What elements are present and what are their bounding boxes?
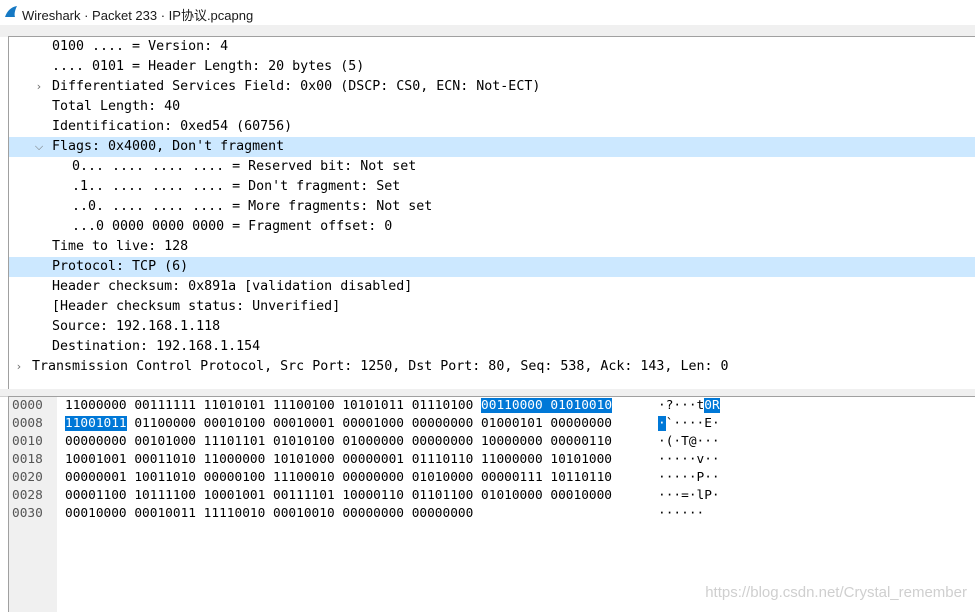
byte-ascii[interactable]: ·(·T@···	[658, 433, 720, 451]
byte-bits[interactable]: 00000000 00101000 11101101 01010100 0100…	[65, 433, 612, 451]
tree-row-label: Destination: 192.168.1.154	[52, 339, 261, 354]
tree-row-fragment-offset[interactable]: ...0 0000 0000 0000 = Fragment offset: 0	[9, 217, 975, 237]
tree-row-dsfield[interactable]: › Differentiated Services Field: 0x00 (D…	[9, 77, 975, 97]
chevron-right-icon[interactable]: ›	[13, 357, 25, 377]
tree-row-label: Identification: 0xed54 (60756)	[52, 119, 293, 134]
byte-row[interactable]: 0018 10001001 00011010 11000000 10101000…	[9, 451, 975, 469]
byte-ascii[interactable]: ·····P··	[658, 469, 720, 487]
byte-ascii[interactable]: ······	[658, 505, 704, 523]
tree-row-label: Time to live: 128	[52, 239, 189, 254]
ascii-text: ·?···t	[658, 398, 705, 413]
byte-offset: 0018	[12, 452, 43, 467]
byte-ascii[interactable]: ·?···t0R	[658, 397, 720, 415]
tree-row-reserved-bit[interactable]: 0... .... .... .... = Reserved bit: Not …	[9, 157, 975, 177]
tree-row-header-checksum[interactable]: Header checksum: 0x891a [validation disa…	[9, 277, 975, 297]
byte-bits[interactable]: 00000001 10011010 00000100 11100010 0000…	[65, 469, 612, 487]
byte-offset: 0030	[12, 506, 43, 521]
tree-row-label: Source: 192.168.1.118	[52, 319, 221, 334]
byte-bits[interactable]: 11000000 00111111 11010101 11100100 1010…	[65, 397, 613, 415]
wireshark-fin-icon	[5, 6, 17, 17]
byte-row[interactable]: 0030 00010000 00010011 11110010 00010010…	[9, 505, 975, 523]
byte-row[interactable]: 0028 00001100 10111100 10001001 00111101…	[9, 487, 975, 505]
tree-row-tcp[interactable]: › Transmission Control Protocol, Src Por…	[9, 357, 975, 377]
tree-row-label: Header checksum: 0x891a [validation disa…	[52, 279, 413, 294]
tree-row-more-fragments[interactable]: ..0. .... .... .... = More fragments: No…	[9, 197, 975, 217]
byte-bits[interactable]: 10001001 00011010 11000000 10101000 0000…	[65, 451, 612, 469]
bits-text: 01100000 00010100 00010001 00001000 0000…	[126, 416, 613, 431]
bits-selected: 11001011	[65, 416, 127, 431]
byte-bits[interactable]: 00010000 00010011 11110010 00010010 0000…	[65, 505, 473, 523]
tree-row-label: Flags: 0x4000, Don't fragment	[52, 139, 285, 154]
byte-offset: 0020	[12, 470, 43, 485]
chevron-down-icon[interactable]: ⌵	[33, 137, 45, 157]
packet-bytes-pane[interactable]: 0000 11000000 00111111 11010101 11100100…	[8, 396, 975, 612]
byte-row[interactable]: 0008 11001011 01100000 00010100 00010001…	[9, 415, 975, 433]
byte-offset: 0010	[12, 434, 43, 449]
byte-offset: 0028	[12, 488, 43, 503]
tree-row-label: [Header checksum status: Unverified]	[52, 299, 341, 314]
byte-row[interactable]: 0020 00000001 10011010 00000100 11100010…	[9, 469, 975, 487]
tree-row-label: Total Length: 40	[52, 99, 181, 114]
byte-ascii[interactable]: ·`····E·	[658, 415, 720, 433]
tree-row-source[interactable]: Source: 192.168.1.118	[9, 317, 975, 337]
byte-bits[interactable]: 00001100 10111100 10001001 00111101 1000…	[65, 487, 612, 505]
tree-row-label: ..0. .... .... .... = More fragments: No…	[72, 199, 433, 214]
tree-row-label: Differentiated Services Field: 0x00 (DSC…	[52, 79, 541, 94]
tree-row-ttl[interactable]: Time to live: 128	[9, 237, 975, 257]
tree-row-label: .... 0101 = Header Length: 20 bytes (5)	[52, 59, 365, 74]
tree-row-checksum-status[interactable]: [Header checksum status: Unverified]	[9, 297, 975, 317]
tree-row-protocol[interactable]: Protocol: TCP (6)	[9, 257, 975, 277]
bits-selected: 00110000 01010010	[481, 398, 613, 413]
tree-row-label: 0... .... .... .... = Reserved bit: Not …	[72, 159, 417, 174]
byte-offset: 0008	[12, 416, 43, 431]
title-bar: Wireshark · Packet 233 · IP协议.pcapng	[0, 0, 975, 25]
byte-row[interactable]: 0010 00000000 00101000 11101101 01010100…	[9, 433, 975, 451]
watermark: https://blog.csdn.net/Crystal_remember	[705, 584, 967, 601]
chevron-right-icon[interactable]: ›	[33, 77, 45, 97]
ascii-selected: 0R	[704, 398, 720, 413]
tree-row-label: 0100 .... = Version: 4	[52, 39, 229, 54]
ascii-selected: ·	[658, 416, 666, 431]
tree-row-label: Protocol: TCP (6)	[52, 259, 189, 274]
tree-row-label: .1.. .... .... .... = Don't fragment: Se…	[72, 179, 401, 194]
window-title: Wireshark · Packet 233 · IP协议.pcapng	[22, 8, 254, 23]
tree-row-total-length[interactable]: Total Length: 40	[9, 97, 975, 117]
byte-bits[interactable]: 11001011 01100000 00010100 00010001 0000…	[65, 415, 612, 433]
byte-row[interactable]: 0000 11000000 00111111 11010101 11100100…	[9, 397, 975, 415]
tree-row-version[interactable]: 0100 .... = Version: 4	[9, 37, 975, 57]
tree-row-flags[interactable]: ⌵ Flags: 0x4000, Don't fragment	[9, 137, 975, 157]
byte-ascii[interactable]: ···=·lP·	[658, 487, 720, 505]
packet-details-pane[interactable]: 0100 .... = Version: 4 .... 0101 = Heade…	[8, 36, 975, 390]
tree-row-dont-fragment[interactable]: .1.. .... .... .... = Don't fragment: Se…	[9, 177, 975, 197]
bits-text: 11000000 00111111 11010101 11100100 1010…	[65, 398, 482, 413]
tree-row-destination[interactable]: Destination: 192.168.1.154	[9, 337, 975, 357]
tree-row-label: ...0 0000 0000 0000 = Fragment offset: 0	[72, 219, 393, 234]
tree-row-label: Transmission Control Protocol, Src Port:…	[32, 359, 729, 374]
ascii-text: `····E·	[665, 416, 720, 431]
tree-row-identification[interactable]: Identification: 0xed54 (60756)	[9, 117, 975, 137]
tree-row-header-length[interactable]: .... 0101 = Header Length: 20 bytes (5)	[9, 57, 975, 77]
byte-ascii[interactable]: ·····v··	[658, 451, 720, 469]
byte-offset: 0000	[12, 398, 43, 413]
